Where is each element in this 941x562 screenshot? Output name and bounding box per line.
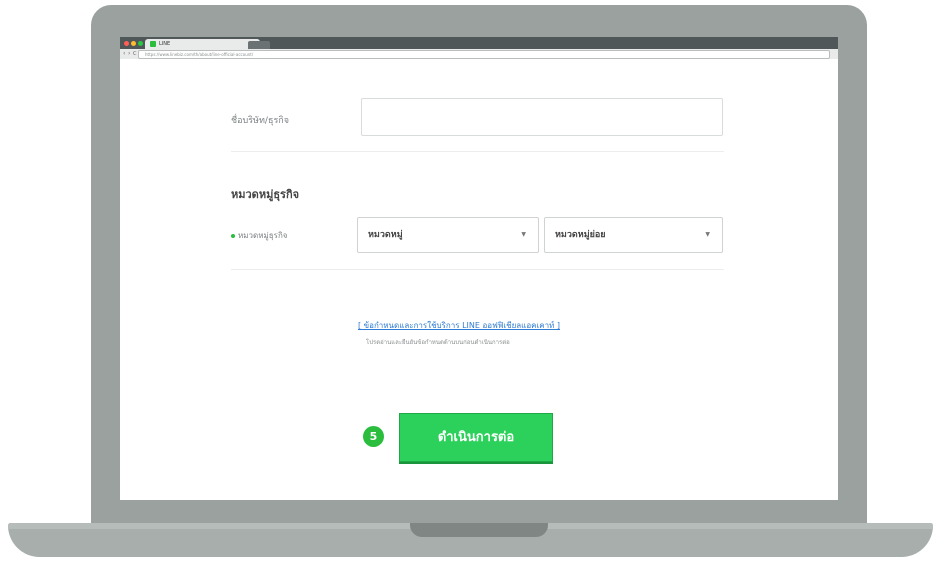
category-select[interactable]: หมวดหมู่ ▼: [357, 217, 539, 253]
business-name-label: ชื่อบริษัท/ธุรกิจ: [231, 116, 290, 126]
section-title: หมวดหมู่ธุรกิจ: [231, 188, 300, 201]
tab-title: LINE: [159, 41, 171, 47]
required-dot-icon: [231, 234, 235, 238]
subcategory-select[interactable]: หมวดหมู่ย่อย ▼: [544, 217, 723, 253]
divider: [231, 269, 724, 270]
continue-button[interactable]: ดำเนินการต่อ: [399, 413, 553, 462]
divider: [231, 151, 724, 152]
url-text: https://www.linebiz.com/th/about/line-of…: [145, 52, 254, 57]
close-window-dot[interactable]: [124, 41, 129, 46]
address-bar[interactable]: https://www.linebiz.com/th/about/line-of…: [138, 50, 830, 59]
subcategory-select-value: หมวดหมู่ย่อย: [555, 230, 606, 240]
line-favicon-icon: [150, 41, 156, 47]
business-name-input[interactable]: [361, 98, 723, 136]
address-bar-row: ‹ › C https://www.linebiz.com/th/about/l…: [120, 49, 838, 59]
new-tab-button[interactable]: [248, 41, 270, 49]
category-label: หมวดหมู่ธุรกิจ: [238, 231, 288, 240]
reload-icon[interactable]: C: [133, 50, 137, 58]
laptop-screen: LINE ‹ › C https://www.linebiz.com/th/ab…: [120, 37, 838, 500]
back-arrow-icon[interactable]: ‹: [123, 50, 125, 58]
step-number-badge: 5: [363, 426, 384, 447]
category-select-value: หมวดหมู่: [368, 230, 403, 240]
browser-chrome: LINE ‹ › C https://www.linebiz.com/th/ab…: [120, 37, 838, 59]
terms-note: โปรดอ่านและยืนยันข้อกำหนดด้านบนก่อนดำเนิ…: [366, 339, 510, 346]
forward-arrow-icon[interactable]: ›: [128, 50, 130, 58]
maximize-window-dot[interactable]: [138, 41, 143, 46]
chevron-down-icon: ▼: [521, 231, 526, 238]
browser-tab[interactable]: LINE: [145, 39, 260, 49]
laptop-notch: [410, 523, 548, 537]
terms-link[interactable]: [ ข้อกำหนดและการใช้บริการ LINE ออฟฟิเชีย…: [358, 319, 560, 332]
chevron-down-icon: ▼: [705, 231, 710, 238]
minimize-window-dot[interactable]: [131, 41, 136, 46]
